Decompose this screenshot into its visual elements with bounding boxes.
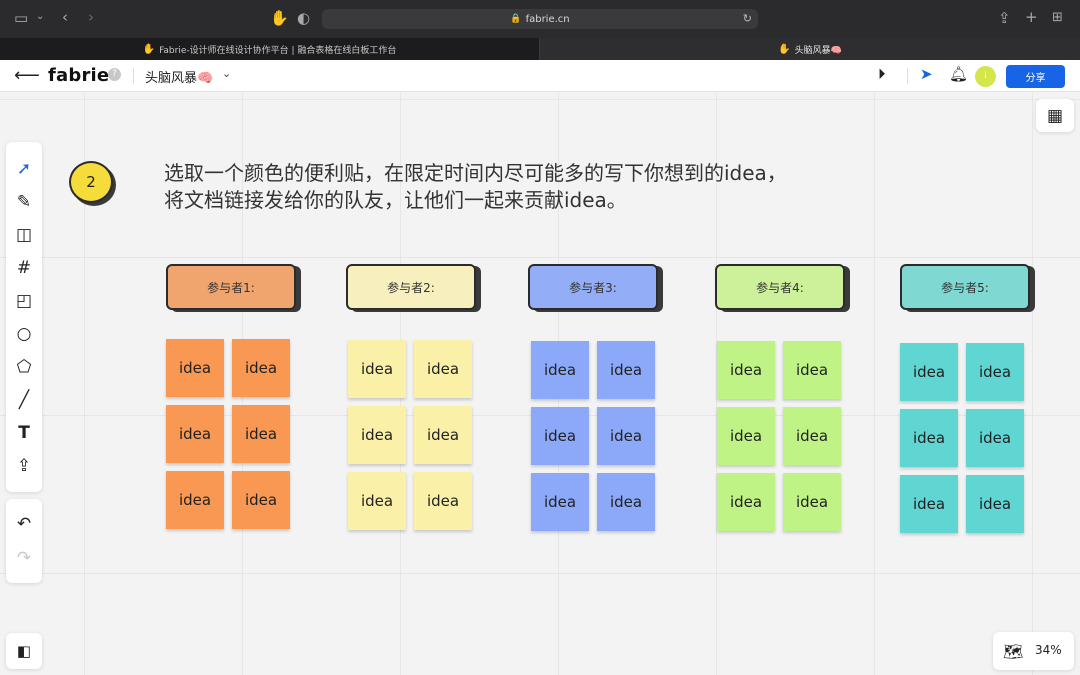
- instruction-text[interactable]: 选取一个颜色的便利贴，在限定时间内尽可能多的写下你想到的idea， 将文档链接发…: [164, 160, 787, 214]
- sticky-note[interactable]: idea: [232, 339, 290, 397]
- select-tool-icon[interactable]: ➚: [6, 154, 42, 184]
- participant-header[interactable]: 参与者4:: [715, 264, 845, 310]
- tab-fabrie-home[interactable]: ✋ Fabrie-设计师在线设计协作平台 | 融合表格在线白板工作台: [0, 38, 540, 60]
- minimap-icon[interactable]: 🗺︎: [1003, 642, 1023, 661]
- forward-arrow-icon[interactable]: ›: [88, 10, 94, 25]
- avatar[interactable]: I: [975, 66, 996, 87]
- sticky-note[interactable]: idea: [717, 473, 775, 531]
- tab-strip: ✋ Fabrie-设计师在线设计协作平台 | 融合表格在线白板工作台 ✋ 头脑风…: [0, 38, 1080, 60]
- participant-header[interactable]: 参与者2:: [346, 264, 476, 310]
- sticky-note[interactable]: idea: [414, 472, 472, 530]
- sticky-note[interactable]: idea: [531, 407, 589, 465]
- hand-extension-icon[interactable]: ✋: [270, 11, 289, 26]
- circle-tool-icon[interactable]: ○: [6, 319, 42, 349]
- document-title[interactable]: 头脑风暴🧠: [145, 67, 213, 86]
- instruction-line: 选取一个颜色的便利贴，在限定时间内尽可能多的写下你想到的idea，: [164, 161, 787, 185]
- sticky-note[interactable]: idea: [414, 340, 472, 398]
- tab-brainstorm[interactable]: ✋ 头脑风暴🧠: [540, 38, 1080, 60]
- table-view-icon[interactable]: ▦: [1036, 99, 1074, 132]
- side-panel-icon[interactable]: ◧: [6, 633, 42, 669]
- sticky-note[interactable]: idea: [232, 405, 290, 463]
- sticky-note[interactable]: idea: [414, 406, 472, 464]
- text-tool-icon[interactable]: T: [6, 418, 42, 448]
- sticky-note[interactable]: idea: [966, 343, 1024, 401]
- privacy-shield-icon[interactable]: ◐: [297, 11, 310, 26]
- sticky-note[interactable]: idea: [717, 407, 775, 465]
- sidebar-toggle-icon[interactable]: ▭: [14, 11, 28, 26]
- favicon-icon: ✋: [142, 43, 156, 55]
- sticky-note[interactable]: idea: [232, 471, 290, 529]
- back-arrow-icon[interactable]: ‹: [62, 10, 68, 25]
- template-tool-icon[interactable]: ◫: [6, 220, 42, 250]
- lock-icon: 🔒: [510, 14, 522, 24]
- pen-tool-icon[interactable]: ✎: [6, 187, 42, 217]
- sticky-note[interactable]: idea: [348, 406, 406, 464]
- sticky-note[interactable]: idea: [348, 340, 406, 398]
- sticky-note[interactable]: idea: [531, 341, 589, 399]
- browser-toolbar: ▭ ⌄ ‹ › ✋ ◐ 🔒 fabrie.cn ↻ ⇪ + ⊞: [0, 0, 1080, 38]
- sticky-note[interactable]: idea: [966, 409, 1024, 467]
- sticky-note[interactable]: idea: [900, 343, 958, 401]
- tab-label: Fabrie-设计师在线设计协作平台 | 融合表格在线白板工作台: [159, 45, 397, 56]
- sticky-note[interactable]: idea: [531, 473, 589, 531]
- participant-header[interactable]: 参与者1:: [166, 264, 296, 310]
- participant-header[interactable]: 参与者3:: [528, 264, 658, 310]
- sticky-note[interactable]: idea: [597, 341, 655, 399]
- undo-icon[interactable]: ↶: [6, 509, 42, 539]
- sticky-note[interactable]: idea: [783, 473, 841, 531]
- notification-bell-icon[interactable]: 🔔︎: [949, 67, 968, 82]
- sticky-note[interactable]: idea: [783, 341, 841, 399]
- sticky-note[interactable]: idea: [166, 471, 224, 529]
- step-badge[interactable]: 2: [69, 161, 113, 203]
- help-icon[interactable]: ?: [108, 68, 121, 81]
- sticky-note[interactable]: idea: [348, 472, 406, 530]
- history-toolbar: ↶ ↷: [6, 499, 42, 583]
- share-browser-icon[interactable]: ⇪: [998, 11, 1011, 26]
- share-button[interactable]: 分享: [1006, 65, 1065, 88]
- redo-icon[interactable]: ↷: [6, 543, 42, 573]
- sticky-note[interactable]: idea: [597, 473, 655, 531]
- chevron-down-icon[interactable]: ⌄: [36, 12, 44, 22]
- brand-logo: fabrie: [48, 65, 110, 86]
- sticky-note[interactable]: idea: [900, 409, 958, 467]
- cursor-follow-icon[interactable]: ➤: [920, 67, 933, 82]
- zoom-control[interactable]: 🗺︎ 34%: [993, 632, 1074, 670]
- frame-tool-icon[interactable]: #: [6, 253, 42, 283]
- upload-tool-icon[interactable]: ⇪: [6, 451, 42, 481]
- participant-header[interactable]: 参与者5:: [900, 264, 1030, 310]
- sticky-note[interactable]: idea: [900, 475, 958, 533]
- sticky-note[interactable]: idea: [783, 407, 841, 465]
- sticky-note[interactable]: idea: [597, 407, 655, 465]
- instruction-line: 将文档链接发给你的队友，让他们一起来贡献idea。: [164, 188, 627, 212]
- new-tab-icon[interactable]: +: [1025, 10, 1038, 25]
- sticky-note[interactable]: idea: [166, 405, 224, 463]
- sticky-note[interactable]: idea: [166, 339, 224, 397]
- sticky-note[interactable]: idea: [717, 341, 775, 399]
- address-bar[interactable]: 🔒 fabrie.cn ↻: [322, 9, 758, 29]
- divider: [907, 68, 908, 84]
- divider: [133, 68, 134, 84]
- url-text: fabrie.cn: [525, 13, 570, 25]
- tab-overview-icon[interactable]: ⊞: [1052, 11, 1063, 24]
- polygon-tool-icon[interactable]: ⬠: [6, 352, 42, 382]
- line-tool-icon[interactable]: ╱: [6, 385, 42, 415]
- sticky-note[interactable]: idea: [966, 475, 1024, 533]
- back-arrow-icon[interactable]: ⟵: [14, 65, 40, 86]
- reload-icon[interactable]: ↻: [743, 12, 752, 25]
- sticky-note-tool-icon[interactable]: ◰: [6, 286, 42, 316]
- favicon-icon: ✋: [778, 43, 791, 55]
- app-header: ⟵ fabrie ? 头脑风暴🧠 ⌄ ⏵ ➤ 🔔︎ I 分享: [0, 60, 1080, 92]
- chevron-down-icon[interactable]: ⌄: [222, 67, 231, 80]
- left-toolbar: ➚ ✎ ◫ # ◰ ○ ⬠ ╱ T ⇪: [6, 142, 42, 492]
- tab-label: 头脑风暴🧠: [794, 45, 842, 56]
- present-play-icon[interactable]: ⏵: [878, 67, 886, 82]
- zoom-level: 34%: [1035, 643, 1062, 657]
